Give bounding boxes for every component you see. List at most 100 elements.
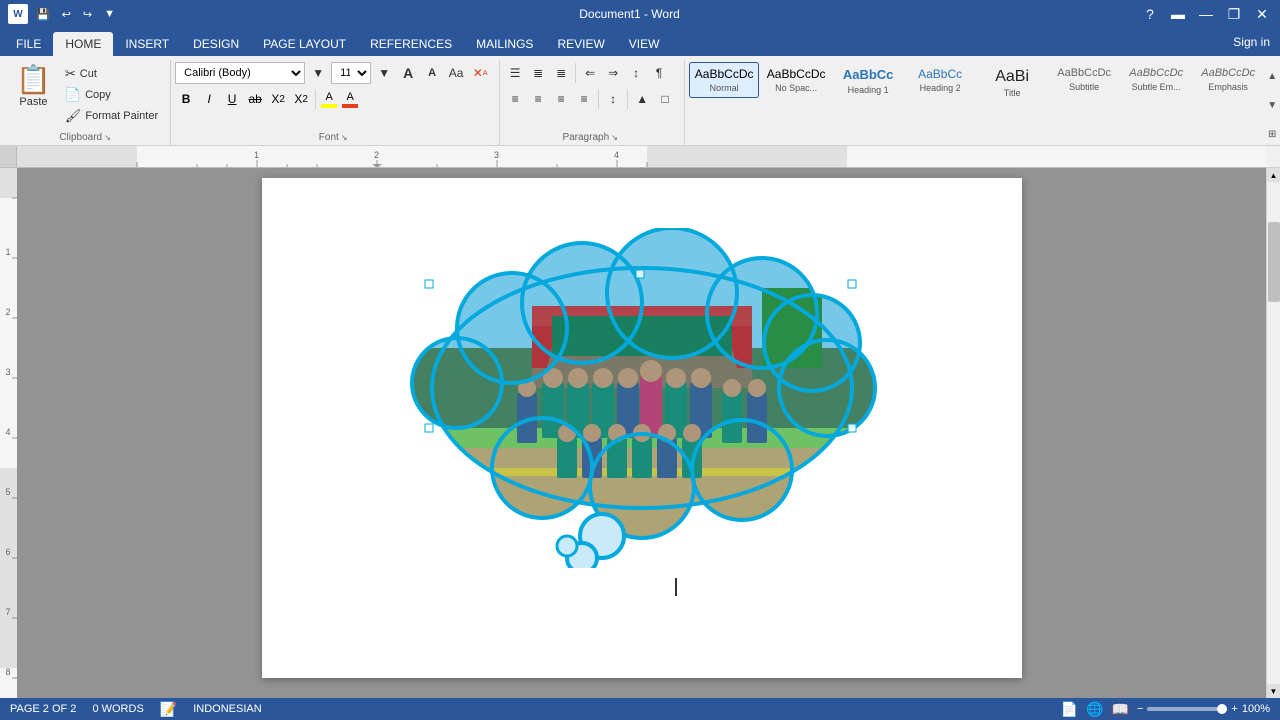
ruler-svg: 1 2 3 4 xyxy=(17,146,1266,168)
style-normal[interactable]: AaBbCcDc Normal xyxy=(689,62,759,98)
text-cursor xyxy=(675,578,677,596)
tab-review[interactable]: REVIEW xyxy=(545,32,616,56)
scroll-down-btn[interactable]: ▼ xyxy=(1267,684,1280,698)
svg-text:4: 4 xyxy=(614,150,619,160)
line-spacing-btn[interactable]: ↕ xyxy=(602,88,624,110)
font-family-dropdown[interactable]: ▼ xyxy=(307,62,329,84)
increase-font-btn[interactable]: A xyxy=(397,62,419,84)
save-btn[interactable]: 💾 xyxy=(32,6,54,23)
layout-read-btn[interactable]: 📖 xyxy=(1112,701,1129,718)
superscript-button[interactable]: X2 xyxy=(290,88,312,110)
undo-btn[interactable]: ↩ xyxy=(58,6,75,23)
strikethrough-button[interactable]: ab xyxy=(244,88,266,110)
tab-page-layout[interactable]: PAGE LAYOUT xyxy=(251,32,358,56)
proofing-icon[interactable]: 📝 xyxy=(160,701,177,718)
paste-button[interactable]: 📋 Paste xyxy=(8,62,59,112)
bold-button[interactable]: B xyxy=(175,88,197,110)
subscript-button[interactable]: X2 xyxy=(267,88,289,110)
layout-print-btn[interactable]: 📄 xyxy=(1061,701,1078,718)
tab-view[interactable]: VIEW xyxy=(617,32,672,56)
sign-in-btn[interactable]: Sign in xyxy=(1223,31,1280,53)
cloud-border-svg xyxy=(382,228,902,568)
minimize-btn[interactable]: — xyxy=(1196,4,1216,24)
format-painter-button[interactable]: 🖌 Format Painter xyxy=(61,106,162,126)
close-btn[interactable]: ✕ xyxy=(1252,4,1272,24)
svg-text:7: 7 xyxy=(5,607,10,617)
bullets-btn[interactable]: ☰ xyxy=(504,62,526,84)
tab-file[interactable]: FILE xyxy=(4,32,53,56)
scroll-thumb[interactable] xyxy=(1268,222,1280,302)
copy-button[interactable]: 📄 Copy xyxy=(61,85,162,105)
clear-format-btn[interactable]: ✕A xyxy=(469,62,491,84)
zoom-out-btn[interactable]: − xyxy=(1137,703,1143,715)
show-marks-btn[interactable]: ¶ xyxy=(648,62,670,84)
sort-btn[interactable]: ↕ xyxy=(625,62,647,84)
paragraph-group: ☰ ≣ ≣ ⇐ ⇒ ↕ ¶ ≡ ≡ ≡ ≡ ↕ ▲ □ xyxy=(500,60,685,145)
font-expand-icon[interactable]: ↘ xyxy=(341,133,348,142)
v-ruler-svg: 1 2 3 4 5 6 7 8 xyxy=(0,168,17,698)
styles-scroll: ▲ ▼ ⊞ xyxy=(1265,62,1279,148)
shading-btn[interactable]: ▲ xyxy=(631,88,653,110)
restore-btn[interactable]: ❐ xyxy=(1224,4,1244,24)
style-subtitle[interactable]: AaBbCcDc Subtitle xyxy=(1049,62,1119,97)
styles-scroll-up[interactable]: ▲ xyxy=(1265,62,1279,90)
numbering-btn[interactable]: ≣ xyxy=(527,62,549,84)
borders-btn[interactable]: □ xyxy=(654,88,676,110)
zoom-in-btn[interactable]: + xyxy=(1231,703,1237,715)
styles-scroll-down[interactable]: ▼ xyxy=(1265,91,1279,119)
italic-button[interactable]: I xyxy=(198,88,220,110)
justify-btn[interactable]: ≡ xyxy=(573,88,595,110)
tab-design[interactable]: DESIGN xyxy=(181,32,251,56)
highlight-color-swatch xyxy=(321,104,337,108)
font-color-btn[interactable]: A xyxy=(340,90,360,109)
multilevel-btn[interactable]: ≣ xyxy=(550,62,572,84)
window-controls: ? ▬ — ❐ ✕ xyxy=(1140,4,1272,24)
change-case-btn[interactable]: Aa xyxy=(445,62,467,84)
tab-mailings[interactable]: MAILINGS xyxy=(464,32,545,56)
cut-button[interactable]: ✂ Cut xyxy=(61,64,162,84)
scroll-up-btn[interactable]: ▲ xyxy=(1267,168,1280,182)
style-subtle-em[interactable]: AaBbCcDc Subtle Em... xyxy=(1121,62,1191,97)
tab-references[interactable]: REFERENCES xyxy=(358,32,464,56)
underline-button[interactable]: U xyxy=(221,88,243,110)
vertical-scrollbar[interactable]: ▲ ▼ xyxy=(1266,168,1280,698)
decrease-font-btn[interactable]: A xyxy=(421,62,443,84)
layout-web-btn[interactable]: 🌐 xyxy=(1086,701,1103,718)
svg-text:1: 1 xyxy=(254,150,259,160)
font-size-dropdown[interactable]: ▼ xyxy=(373,62,395,84)
tab-insert[interactable]: INSERT xyxy=(113,32,181,56)
paragraph-expand-icon[interactable]: ↘ xyxy=(611,133,618,142)
customize-btn[interactable]: ▼ xyxy=(100,6,119,22)
clipboard-expand-icon[interactable]: ↘ xyxy=(104,133,111,142)
font-group-label: Font ↘ xyxy=(175,130,491,143)
title-bar: W 💾 ↩ ↪ ▼ Document1 - Word ? ▬ — ❐ ✕ xyxy=(0,0,1280,28)
decrease-indent-btn[interactable]: ⇐ xyxy=(579,62,601,84)
help-btn[interactable]: ? xyxy=(1140,4,1160,24)
align-left-btn[interactable]: ≡ xyxy=(504,88,526,110)
cloud-shape[interactable] xyxy=(382,228,902,568)
style-title[interactable]: AaBi Title xyxy=(977,62,1047,103)
zoom-slider[interactable] xyxy=(1147,707,1227,711)
styles-group: AaBbCcDc Normal AaBbCcDc No Spac... AaBb… xyxy=(685,60,1280,145)
document-area[interactable] xyxy=(17,168,1266,698)
redo-btn[interactable]: ↪ xyxy=(79,6,96,23)
style-heading2[interactable]: AaBbCc Heading 2 xyxy=(905,62,975,98)
horizontal-ruler: 1 2 3 4 xyxy=(17,146,1266,168)
align-right-btn[interactable]: ≡ xyxy=(550,88,572,110)
font-size-select[interactable]: 11 xyxy=(331,62,371,84)
paragraph-group-label: Paragraph ↘ xyxy=(504,130,676,143)
styles-expand[interactable]: ⊞ xyxy=(1265,120,1279,148)
shading-icon: ▲ xyxy=(636,92,648,106)
language[interactable]: INDONESIAN xyxy=(193,703,261,715)
align-center-btn[interactable]: ≡ xyxy=(527,88,549,110)
increase-indent-btn[interactable]: ⇒ xyxy=(602,62,624,84)
style-heading1[interactable]: AaBbCc Heading 1 xyxy=(833,62,903,100)
clipboard-group: 📋 Paste ✂ Cut 📄 Copy 🖌 Format Painter xyxy=(4,60,171,145)
ribbon-display-btn[interactable]: ▬ xyxy=(1168,4,1188,24)
style-emphasis[interactable]: AaBbCcDc Emphasis xyxy=(1193,62,1263,97)
text-highlight-btn[interactable]: A xyxy=(319,90,339,109)
zoom-percent[interactable]: 100% xyxy=(1242,703,1270,715)
style-no-space[interactable]: AaBbCcDc No Spac... xyxy=(761,62,831,98)
font-family-select[interactable]: Calibri (Body) xyxy=(175,62,305,84)
tab-home[interactable]: HOME xyxy=(53,32,113,56)
